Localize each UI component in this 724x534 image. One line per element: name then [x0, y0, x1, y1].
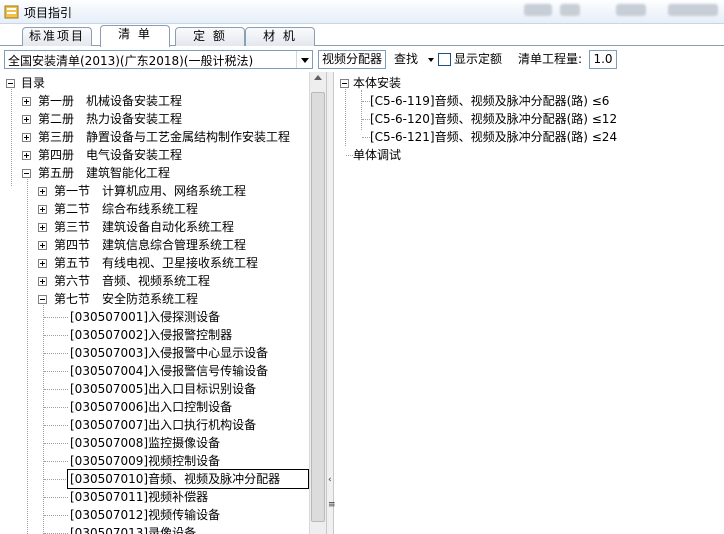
quota-tree: 本体安装 [C5-6-119]音频、视频及脉冲分配器(路) ≤6 [C5-6-1… [335, 72, 724, 534]
tab-standard-items[interactable]: 标准项目 [22, 27, 92, 46]
find-button[interactable]: 查找 [394, 52, 418, 67]
tree-item[interactable]: [030507003]入侵报警中心显示设备 [70, 344, 268, 362]
blurred-header-text [524, 4, 552, 16]
catalog-tree: 目录 第一册 机械设备安装工程 第二册 热力设备安装工程 第三册 静置设备与工艺… [0, 72, 326, 534]
title-bar: 项目指引 [0, 0, 724, 24]
quantity-label: 清单工程量: [518, 52, 583, 66]
quantity-input[interactable]: 1.0 [589, 50, 617, 69]
tree-section[interactable]: 第四节 建筑信息综合管理系统工程 [54, 236, 246, 254]
tab-bill[interactable]: 清 单 [100, 25, 170, 47]
collapse-icon[interactable] [340, 79, 349, 88]
tree-book[interactable]: 第三册 静置设备与工艺金属结构制作安装工程 [38, 128, 290, 146]
tree-section[interactable]: 第三节 建筑设备自动化系统工程 [54, 218, 234, 236]
tab-quota[interactable]: 定 额 [175, 27, 245, 46]
tree-section[interactable]: 第二节 综合布线系统工程 [54, 200, 198, 218]
tree-item[interactable]: [030507004]入侵报警信号传输设备 [70, 362, 268, 380]
expand-icon[interactable] [38, 187, 47, 196]
tree-section[interactable]: 第七节 安全防范系统工程 [54, 290, 198, 308]
quota-item[interactable]: [C5-6-120]音频、视频及脉冲分配器(路) ≤12 [370, 110, 617, 128]
show-quota-label: 显示定额 [454, 52, 503, 66]
blurred-header-text [668, 4, 718, 16]
library-select-value: 全国安装清单(2013)(广东2018)(一般计税法) [8, 54, 254, 68]
tree-item[interactable]: [030507011]视频补偿器 [70, 488, 208, 506]
show-quota-checkbox[interactable] [438, 53, 451, 66]
expand-icon[interactable] [38, 241, 47, 250]
tree-item[interactable]: [030507005]出入口目标识别设备 [70, 380, 256, 398]
expand-icon[interactable] [38, 205, 47, 214]
app-icon [4, 5, 19, 19]
expand-icon[interactable] [38, 223, 47, 232]
vertical-scrollbar[interactable] [309, 72, 326, 534]
tree-item[interactable]: [030507008]监控摄像设备 [70, 434, 220, 452]
tree-item[interactable]: [030507007]出入口执行机构设备 [70, 416, 256, 434]
expand-icon[interactable] [22, 151, 31, 160]
expand-icon[interactable] [22, 133, 31, 142]
tree-item[interactable]: [030507001]入侵探测设备 [70, 308, 220, 326]
quota-group[interactable]: 本体安装 [353, 74, 401, 92]
expand-icon[interactable] [22, 115, 31, 124]
quota-item[interactable]: [C5-6-121]音频、视频及脉冲分配器(路) ≤24 [370, 128, 617, 146]
tree-section[interactable]: 第一节 计算机应用、网络系统工程 [54, 182, 246, 200]
expand-icon[interactable] [38, 259, 47, 268]
tab-bar: 标准项目 清 单 定 额 材 机 [0, 24, 724, 47]
collapse-icon[interactable] [6, 79, 15, 88]
search-input[interactable]: 视频分配器 [318, 50, 386, 69]
tree-book[interactable]: 第二册 热力设备安装工程 [38, 110, 182, 128]
panel-splitter[interactable]: ‹ ≡ [326, 72, 336, 534]
collapse-icon[interactable] [38, 295, 47, 304]
chevron-down-icon[interactable] [296, 51, 312, 68]
tree-book[interactable]: 第五册 建筑智能化工程 [38, 164, 170, 182]
blurred-header-text [616, 4, 646, 16]
tree-item[interactable]: [030507012]视频传输设备 [70, 506, 220, 524]
library-select[interactable]: 全国安装清单(2013)(广东2018)(一般计税法) [4, 50, 313, 69]
tree-root[interactable]: 目录 [21, 74, 45, 92]
tree-book[interactable]: 第四册 电气设备安装工程 [38, 146, 182, 164]
scroll-up-icon[interactable] [314, 75, 322, 80]
tree-item[interactable]: [030507013]录像设备 [70, 524, 196, 534]
collapse-icon[interactable] [22, 169, 31, 178]
tree-section[interactable]: 第六节 音频、视频系统工程 [54, 272, 210, 290]
tree-item[interactable]: [030507002]入侵报警控制器 [70, 326, 232, 344]
tree-section[interactable]: 第五节 有线电视、卫星接收系统工程 [54, 254, 258, 272]
expand-icon[interactable] [22, 97, 31, 106]
tab-materials[interactable]: 材 机 [245, 27, 315, 46]
tree-item[interactable]: [030507006]出入口控制设备 [70, 398, 232, 416]
quota-group[interactable]: 单体调试 [353, 146, 401, 164]
tree-book[interactable]: 第一册 机械设备安装工程 [38, 92, 182, 110]
tree-item[interactable]: [030507009]视频控制设备 [70, 452, 220, 470]
expand-icon[interactable] [38, 277, 47, 286]
collapse-left-icon[interactable]: ‹ [328, 475, 332, 485]
tree-item-selected[interactable]: [030507010]音频、视频及脉冲分配器 [67, 469, 309, 489]
blurred-header-text [560, 4, 580, 16]
find-dropdown-icon[interactable] [428, 58, 434, 62]
quota-item[interactable]: [C5-6-119]音频、视频及脉冲分配器(路) ≤6 [370, 92, 609, 110]
scrollbar-thumb[interactable] [311, 92, 325, 522]
window-title: 项目指引 [24, 6, 73, 20]
